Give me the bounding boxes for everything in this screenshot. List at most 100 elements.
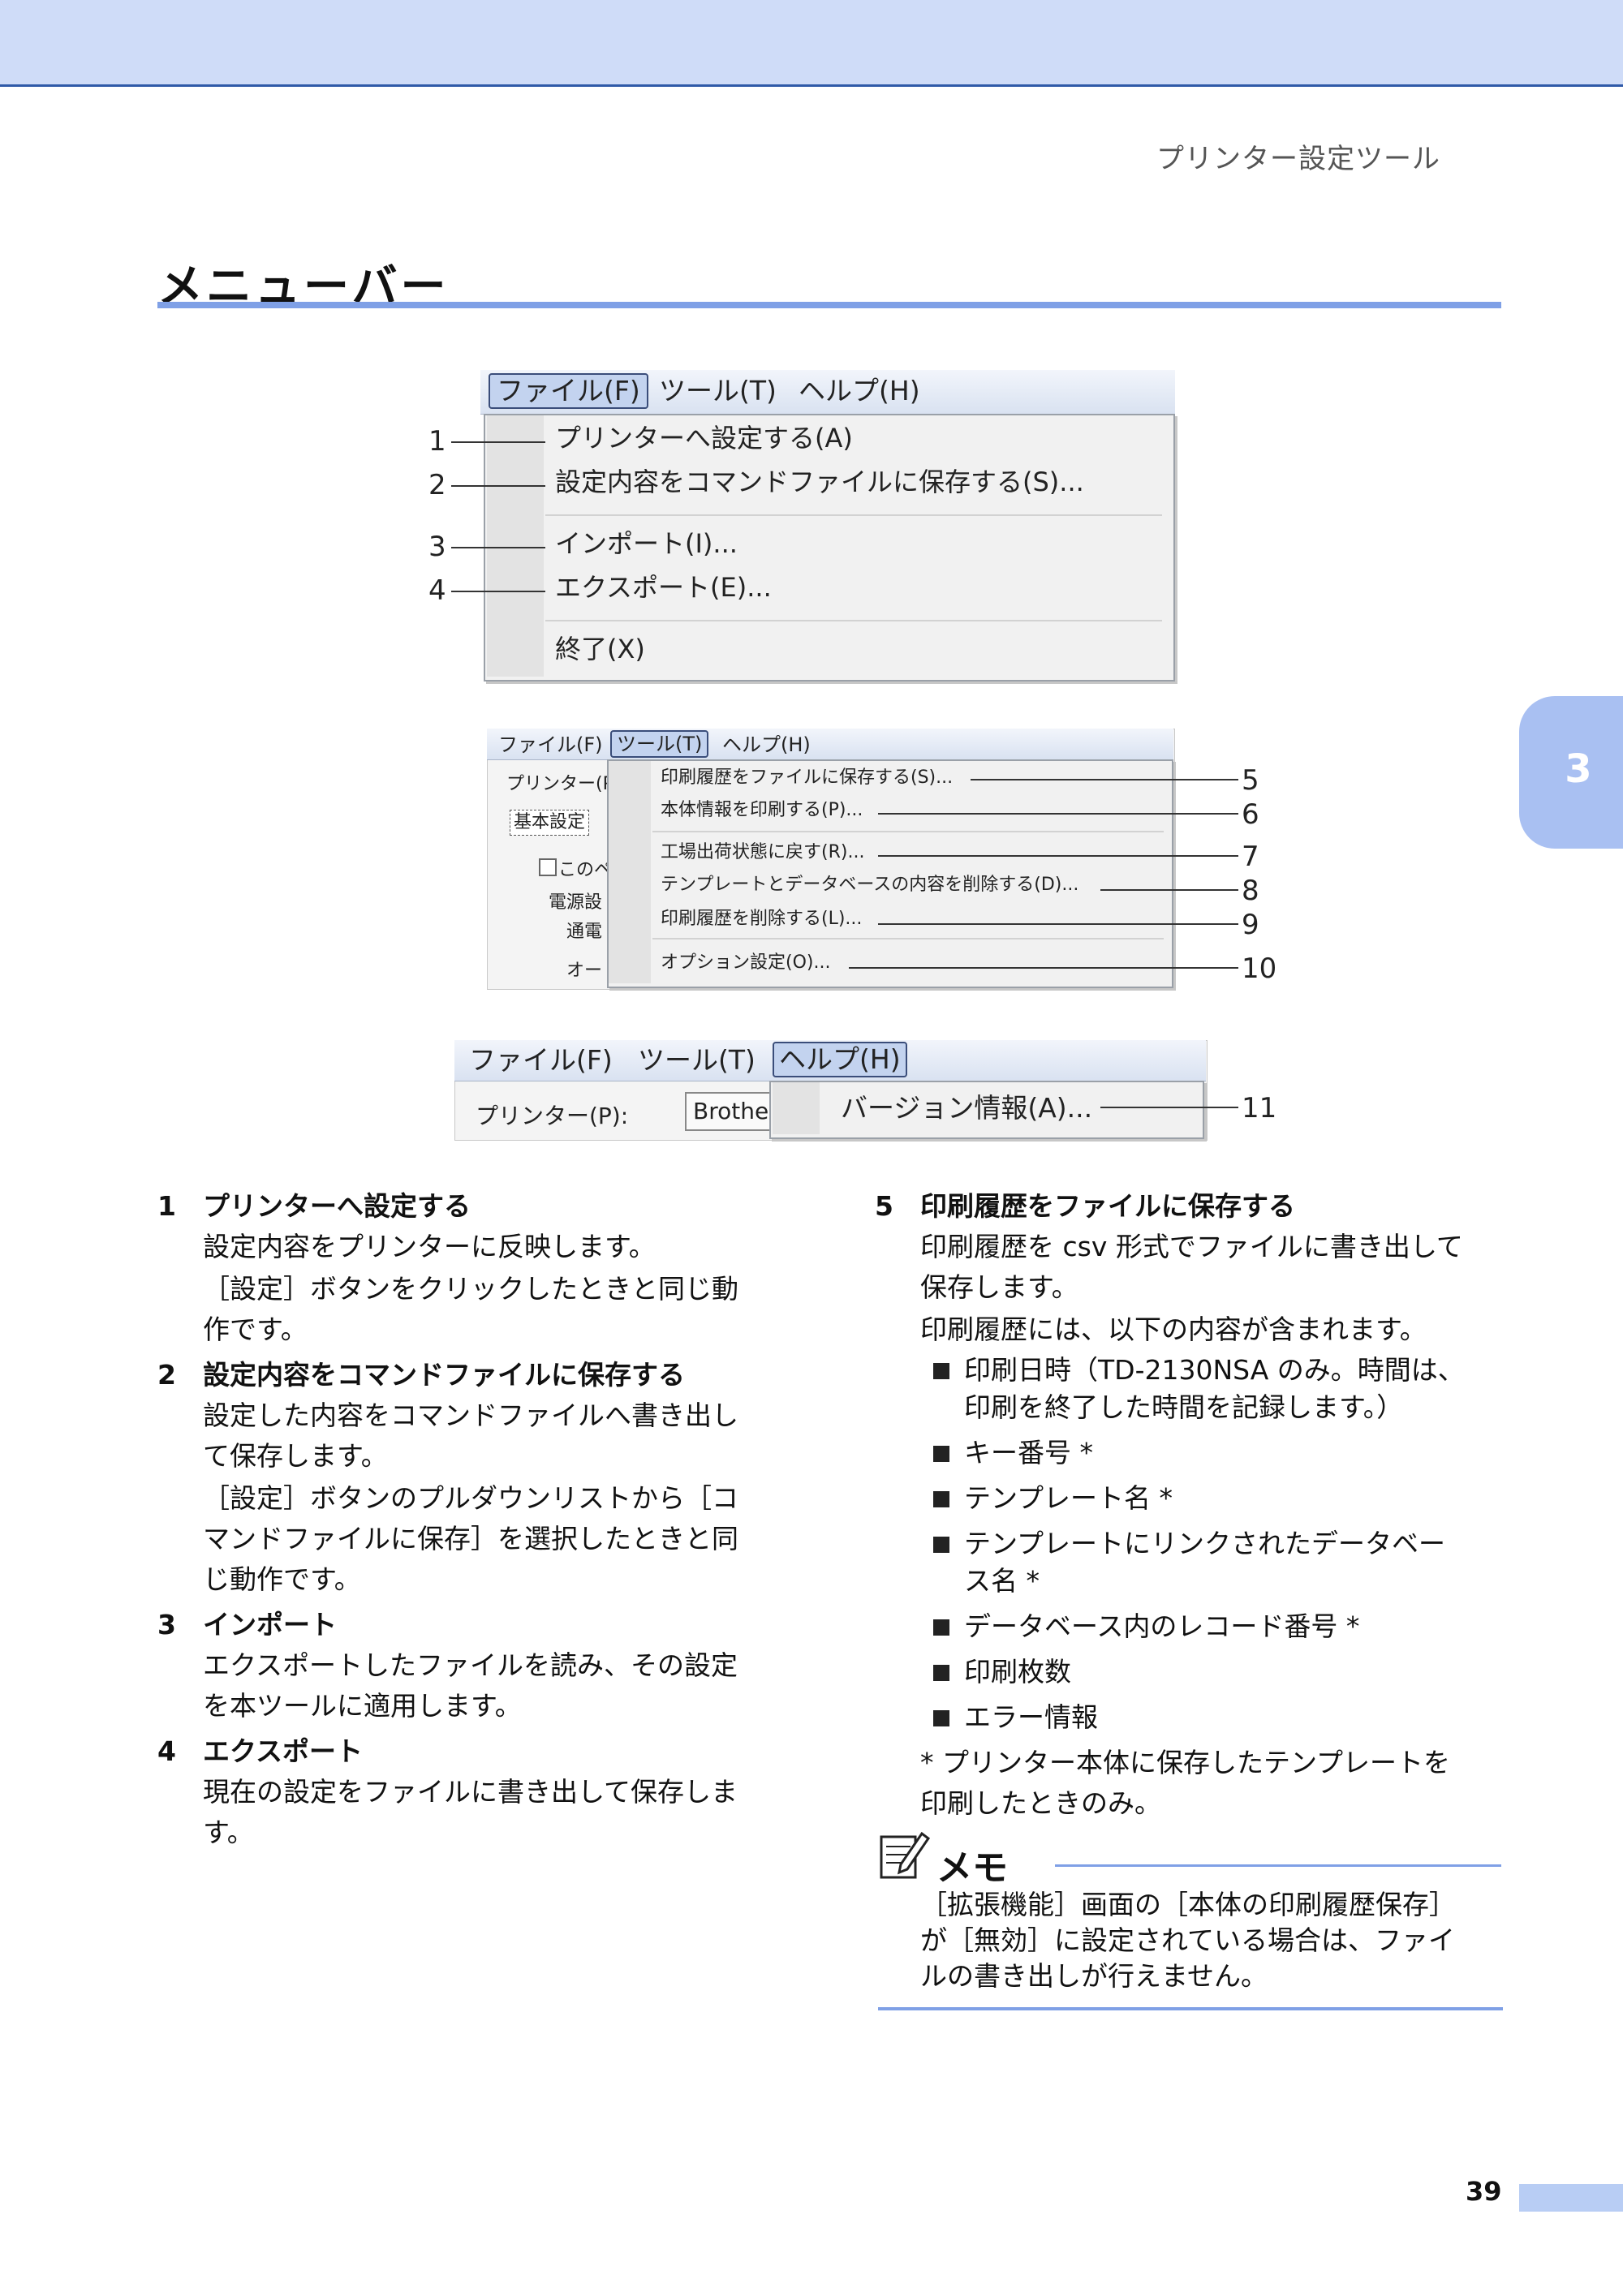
menu-item-save-history[interactable]: 印刷履歴をファイルに保存する(S)... <box>661 766 953 790</box>
menu-item-export[interactable]: エクスポート(E)... <box>555 570 772 605</box>
callout-line <box>451 441 545 443</box>
menu-file[interactable]: ファイル(F) <box>498 732 603 758</box>
menu-item-delete-history[interactable]: 印刷履歴を削除する(L)... <box>661 907 862 931</box>
item-number: 2 <box>157 1359 176 1391</box>
body-text: ［設定］ボタンをクリックしたときと同じ動 <box>203 1273 738 1305</box>
bullet-item: エラー情報 <box>875 1699 1524 1736</box>
callout-number: 6 <box>1242 798 1259 831</box>
memo-rule <box>1055 1864 1501 1867</box>
callout-number: 7 <box>1242 841 1259 873</box>
callout-number: 10 <box>1242 952 1277 985</box>
menu-item-version-info[interactable]: バージョン情報(A)... <box>841 1090 1092 1126</box>
menu-help[interactable]: ヘルプ(H) <box>773 1042 907 1077</box>
body-text: 現在の設定をファイルに書き出して保存しま <box>203 1776 738 1808</box>
item-heading: 3 インポート <box>157 1606 790 1644</box>
menu-tools[interactable]: ツール(T) <box>610 730 709 758</box>
callout-number: 3 <box>428 531 446 563</box>
callout-number: 8 <box>1242 875 1259 907</box>
bullet-item: データベース内のレコード番号 * <box>875 1608 1524 1645</box>
callout-line <box>451 591 545 592</box>
body-text: 設定内容をプリンターに反映します。 <box>203 1231 656 1262</box>
item-title: 設定内容をコマンドファイルに保存する <box>203 1359 685 1391</box>
menu-separator <box>545 620 1162 621</box>
menu-help[interactable]: ヘルプ(H) <box>799 375 920 407</box>
item-number: 4 <box>157 1735 176 1767</box>
memo-rule <box>878 2007 1503 2010</box>
menu-separator <box>652 831 1164 832</box>
item-title: エクスポート <box>203 1735 364 1767</box>
body-text: じ動作です。 <box>203 1563 361 1595</box>
body-text: て保存します。 <box>203 1440 388 1472</box>
body-text: マンドファイルに保存］を選択したときと同 <box>203 1523 738 1554</box>
top-header-band <box>0 0 1623 87</box>
chapter-number: 3 <box>1565 746 1592 792</box>
menu-item-import[interactable]: インポート(I)... <box>555 526 738 561</box>
menu-help[interactable]: ヘルプ(H) <box>722 732 811 758</box>
right-column: 5 印刷履歴をファイルに保存する 印刷履歴を csv 形式でファイルに書き出して … <box>875 1183 1524 1825</box>
checkbox-label: このペ <box>558 860 613 880</box>
item-heading: 4 エクスポート <box>157 1733 790 1770</box>
menu-item-print-info[interactable]: 本体情報を印刷する(P)... <box>661 798 863 823</box>
file-menu-screenshot: ファイル(F) ツール(T) ヘルプ(H) プリンターへ設定する(A) 設定内容… <box>480 370 1175 681</box>
menu-separator <box>545 514 1162 516</box>
help-menu-screenshot: ファイル(F) ツール(T) ヘルプ(H) プリンター(P): Brother … <box>454 1040 1208 1141</box>
callout-number: 5 <box>1242 764 1259 797</box>
bullet-item: テンプレートにリンクされたデータベー ス名 * <box>875 1525 1524 1600</box>
body-text: 印刷履歴を csv 形式でファイルに書き出して <box>920 1231 1463 1262</box>
title-underline <box>157 302 1501 308</box>
checkbox[interactable] <box>539 858 557 876</box>
callout-line <box>1100 1107 1238 1108</box>
dropdown-icon-strip <box>487 415 544 677</box>
menu-tools[interactable]: ツール(T) <box>659 375 777 407</box>
callout-line <box>878 923 1238 925</box>
callout-number: 9 <box>1242 909 1259 941</box>
menu-item-save-command[interactable]: 設定内容をコマンドファイルに保存する(S)... <box>555 464 1084 500</box>
callout-line <box>878 813 1238 815</box>
callout-line <box>971 779 1238 780</box>
menu-file[interactable]: ファイル(F) <box>469 1045 613 1076</box>
bullet-item: 印刷枚数 <box>875 1653 1524 1691</box>
bullet-item: テンプレート名 * <box>875 1480 1524 1517</box>
menu-item-exit[interactable]: 終了(X) <box>555 631 645 667</box>
menu-separator <box>652 938 1164 939</box>
bullet-item: キー番号 * <box>875 1434 1524 1472</box>
callout-line <box>451 485 545 487</box>
footnote: * プリンター本体に保存したテンプレートを <box>920 1747 1450 1778</box>
item-heading: 2 設定内容をコマンドファイルに保存する <box>157 1357 790 1394</box>
body-text: ［設定］ボタンのプルダウンリストから［コ <box>203 1482 738 1514</box>
callout-number: 4 <box>428 574 446 607</box>
bullet-item: 印刷日時（TD-2130NSA のみ。時間は、 印刷を終了した時間を記録します。） <box>875 1352 1524 1426</box>
callout-line <box>1100 889 1238 891</box>
callout-line <box>849 967 1238 969</box>
item-heading: 1 プリンターへ設定する <box>157 1188 790 1225</box>
item-title: プリンターへ設定する <box>203 1190 471 1222</box>
callout-line <box>878 855 1238 857</box>
body-text: 印刷履歴には、以下の内容が含まれます。 <box>920 1314 1427 1345</box>
menu-item-delete-templates[interactable]: テンプレートとデータベースの内容を削除する(D)... <box>661 873 1078 897</box>
item-title: インポート <box>203 1609 337 1640</box>
footnote: 印刷したときのみ。 <box>920 1787 1161 1819</box>
memo-label: メモ <box>936 1847 1008 1889</box>
menu-tools[interactable]: ツール(T) <box>638 1045 756 1076</box>
item-number: 5 <box>875 1190 893 1222</box>
menu-item-factory-reset[interactable]: 工場出荷状態に戻す(R)... <box>661 841 864 865</box>
callout-number: 2 <box>428 469 446 501</box>
item-number: 1 <box>157 1190 176 1222</box>
menu-file[interactable]: ファイル(F) <box>489 373 648 409</box>
running-title: プリンター設定ツール <box>1156 143 1440 175</box>
body-text: 保存します。 <box>920 1271 1078 1303</box>
body-text: を本ツールに適用します。 <box>203 1690 522 1722</box>
body-text: 作です。 <box>203 1314 308 1345</box>
callout-number: 11 <box>1242 1092 1277 1124</box>
tab-basic-settings[interactable]: 基本設定 <box>510 810 590 836</box>
memo-pencil-icon <box>878 1829 931 1881</box>
body-text: エクスポートしたファイルを読み、その設定 <box>203 1649 738 1681</box>
callout-line <box>451 547 545 548</box>
menu-item-options[interactable]: オプション設定(O)... <box>661 951 830 975</box>
menu-item-apply[interactable]: プリンターへ設定する(A) <box>555 420 853 456</box>
group-label: 電源設 <box>549 892 603 913</box>
left-column: 1 プリンターへ設定する 設定内容をプリンターに反映します。 ［設定］ボタンをクリ… <box>157 1183 790 1855</box>
dropdown-icon-strip <box>609 761 651 983</box>
tool-menu-screenshot: ファイル(F) ツール(T) ヘルプ(H) プリンター(P): 基本設定 このペ… <box>487 729 1175 990</box>
item-title: 印刷履歴をファイルに保存する <box>920 1190 1295 1222</box>
